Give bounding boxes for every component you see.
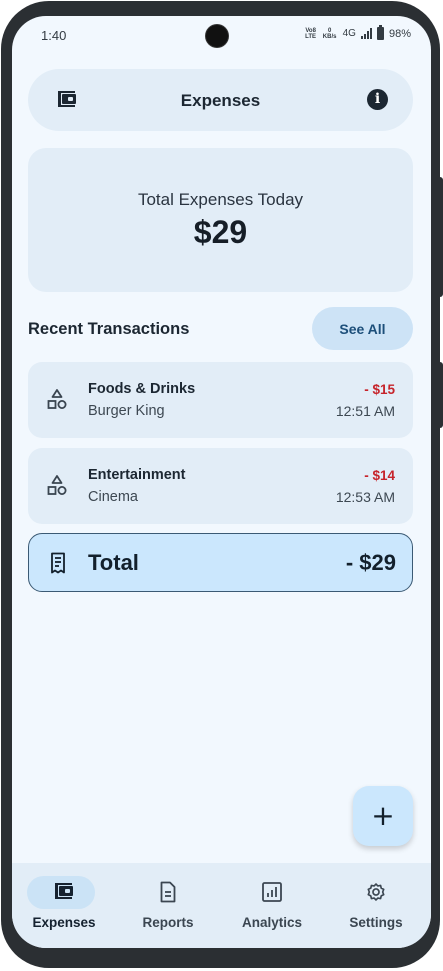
total-card: Total - $29	[28, 533, 413, 592]
total-label: Total	[88, 550, 139, 575]
transaction-category: Foods & Drinks	[88, 381, 196, 397]
daily-summary-card: Total Expenses Today $29	[28, 148, 413, 292]
recent-transactions-title: Recent Transactions	[28, 320, 190, 338]
add-expense-button[interactable]: +	[353, 786, 413, 846]
wallet-icon	[53, 881, 75, 906]
volte-indicator: Vo8 LTE	[305, 27, 317, 40]
bottom-navigation: Expenses Reports Analytics Settings	[12, 863, 431, 948]
nav-item-reports[interactable]: Reports	[116, 863, 220, 948]
transaction-time: 12:53 AM	[335, 489, 395, 505]
transaction-merchant: Cinema	[88, 489, 138, 505]
transaction-amount: - $15	[364, 382, 395, 397]
transaction-item[interactable]: Foods & Drinks Burger King - $15 12:51 A…	[28, 362, 413, 438]
nav-label: Settings	[349, 915, 403, 930]
category-shapes-icon	[46, 388, 68, 415]
transaction-amount: - $14	[364, 468, 395, 483]
nav-label: Expenses	[32, 915, 96, 930]
front-camera	[206, 25, 228, 47]
see-all-button[interactable]: See All	[312, 307, 413, 350]
battery-level: 98%	[388, 27, 411, 40]
nav-label: Analytics	[241, 915, 303, 930]
status-bar: 1:40 Vo8 LTE 0 KB/s 4G 98%	[12, 16, 431, 54]
info-icon[interactable]: i	[367, 89, 388, 110]
document-icon	[158, 881, 178, 908]
gear-icon	[365, 881, 387, 908]
screen: 1:40 Vo8 LTE 0 KB/s 4G 98% Expenses i To…	[12, 16, 431, 948]
transaction-item[interactable]: Entertainment Cinema - $14 12:53 AM	[28, 448, 413, 524]
total-amount: - $29	[345, 550, 396, 575]
nav-label: Reports	[142, 915, 194, 930]
bar-chart-icon	[261, 881, 283, 908]
network-type: 4G	[342, 28, 356, 39]
status-time: 1:40	[41, 28, 67, 43]
receipt-icon	[48, 552, 68, 579]
page-title: Expenses	[180, 91, 261, 110]
transaction-merchant: Burger King	[88, 403, 165, 419]
phone-frame: 1:40 Vo8 LTE 0 KB/s 4G 98% Expenses i To…	[1, 1, 440, 968]
nav-item-settings[interactable]: Settings	[324, 863, 428, 948]
battery-icon	[376, 25, 384, 40]
nav-item-analytics[interactable]: Analytics	[220, 863, 324, 948]
signal-icon	[360, 28, 372, 39]
category-shapes-icon	[46, 474, 68, 501]
nav-item-expenses[interactable]: Expenses	[12, 863, 116, 948]
status-icons: Vo8 LTE 0 KB/s 4G 98%	[305, 25, 411, 40]
app-header: Expenses i	[28, 69, 413, 131]
summary-amount: $29	[193, 214, 248, 250]
transaction-category: Entertainment	[88, 467, 186, 483]
transaction-time: 12:51 AM	[335, 403, 395, 419]
network-speed: 0 KB/s	[322, 27, 337, 40]
summary-label: Total Expenses Today	[137, 190, 304, 209]
